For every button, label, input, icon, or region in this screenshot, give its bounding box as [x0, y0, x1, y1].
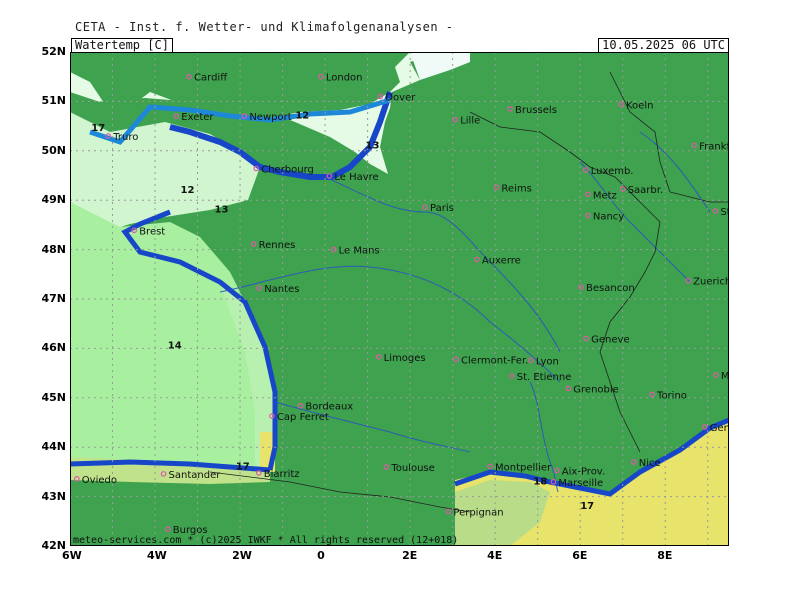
city-label: Le Mans [339, 246, 380, 257]
city-label: Toulouse [390, 463, 434, 474]
longitude-label: 8E [657, 549, 673, 562]
city-label: Metz [593, 190, 617, 201]
longitude-label: 2W [232, 549, 252, 562]
temperature-label: 14 [168, 340, 182, 351]
latitude-label: 44N [41, 440, 66, 454]
city-label: Geneve [591, 335, 629, 346]
latitude-label: 46N [41, 341, 66, 355]
latitude-label: 49N [41, 193, 66, 207]
city-label: Brussels [515, 105, 557, 116]
latitude-label: 45N [41, 390, 66, 404]
city-label: Koeln [626, 100, 653, 111]
city-label: Zuerich [693, 277, 729, 288]
latitude-label: 51N [41, 94, 66, 108]
city-label: Newport [249, 112, 291, 123]
city-label: Rennes [259, 240, 296, 251]
latitude-label: 52N [41, 45, 66, 58]
city-label: Marseille [558, 478, 603, 489]
latitude-label: 50N [41, 143, 66, 157]
temperature-label: 12 [295, 111, 309, 122]
city-label: Nice [639, 458, 661, 469]
city-label: Santander [169, 470, 222, 481]
city-label: Oviedo [82, 475, 117, 486]
temperature-label: 13 [215, 205, 229, 216]
copyright-footer: meteo-services.com * (c)2025 IWKF * All … [73, 535, 459, 546]
city-label: Biarritz [264, 469, 300, 480]
city-label: Auxerre [482, 255, 521, 266]
city-label: Frankfurt [699, 141, 729, 152]
temperature-label: 17 [580, 501, 594, 512]
city-label: Saarbr. [628, 185, 663, 196]
city-label: Nancy [593, 212, 624, 223]
parameter-box: Watertemp [C] [71, 38, 173, 53]
temperature-label: 17 [91, 123, 105, 134]
city-label: Cherbourg [261, 165, 314, 176]
city-label: Le Havre [334, 172, 378, 183]
longitude-label: 2E [402, 549, 418, 562]
city-label: Limoges [384, 353, 426, 364]
longitude-label: 4E [487, 549, 503, 562]
city-label: Clermont-Fer. [461, 355, 528, 366]
city-label: Cardiff [194, 73, 228, 84]
temperature-label: 13 [365, 140, 379, 151]
city-label: Torino [656, 390, 687, 401]
city-label: St. Etienne [517, 372, 572, 383]
city-label: Grenoble [573, 384, 619, 395]
temperature-label: 12 [181, 185, 195, 196]
latitude-label: 47N [41, 292, 66, 305]
city-label: Lille [460, 116, 480, 127]
longitude-label: 0 [317, 549, 325, 562]
city-label: Luxemb. [591, 166, 634, 177]
longitude-label: 4W [147, 549, 167, 562]
city-label: Reims [501, 183, 531, 194]
city-label: Paris [430, 203, 454, 214]
date-box: 10.05.2025 06 UTC [598, 38, 729, 53]
city-label: Exeter [181, 112, 214, 123]
city-label: Montpellier [495, 462, 552, 473]
city-label: Truro [112, 132, 138, 143]
temperature-label: 18 [533, 476, 547, 487]
city-label: Nantes [264, 284, 299, 295]
city-label: Milano [721, 371, 729, 382]
latitude-label: 43N [41, 489, 66, 503]
city-label: Genova [710, 423, 729, 434]
city-label: Bordeaux [305, 402, 353, 413]
longitude-label: 6W [62, 549, 82, 562]
city-label: Aix-Prov. [562, 466, 605, 477]
city-label: Besancon [586, 283, 635, 294]
city-label: Stuttgart [720, 207, 729, 218]
city-label: Dover [385, 92, 416, 103]
city-label: London [326, 73, 363, 84]
latitude-label: 48N [41, 242, 66, 256]
header-title: CETA - Inst. f. Wetter- und Klimafolgena… [75, 20, 454, 34]
city-label: Perpignan [453, 507, 503, 518]
longitude-label: 6E [572, 549, 588, 562]
city-label: Lyon [536, 356, 559, 367]
city-label: Brest [139, 226, 165, 237]
city-label: Cap Ferret [277, 412, 329, 423]
temperature-label: 17 [236, 461, 250, 472]
sea-temperature-map: 17 12 13 12 13 14 17 18 17 Cardiff London Dover Exe… [70, 52, 729, 546]
